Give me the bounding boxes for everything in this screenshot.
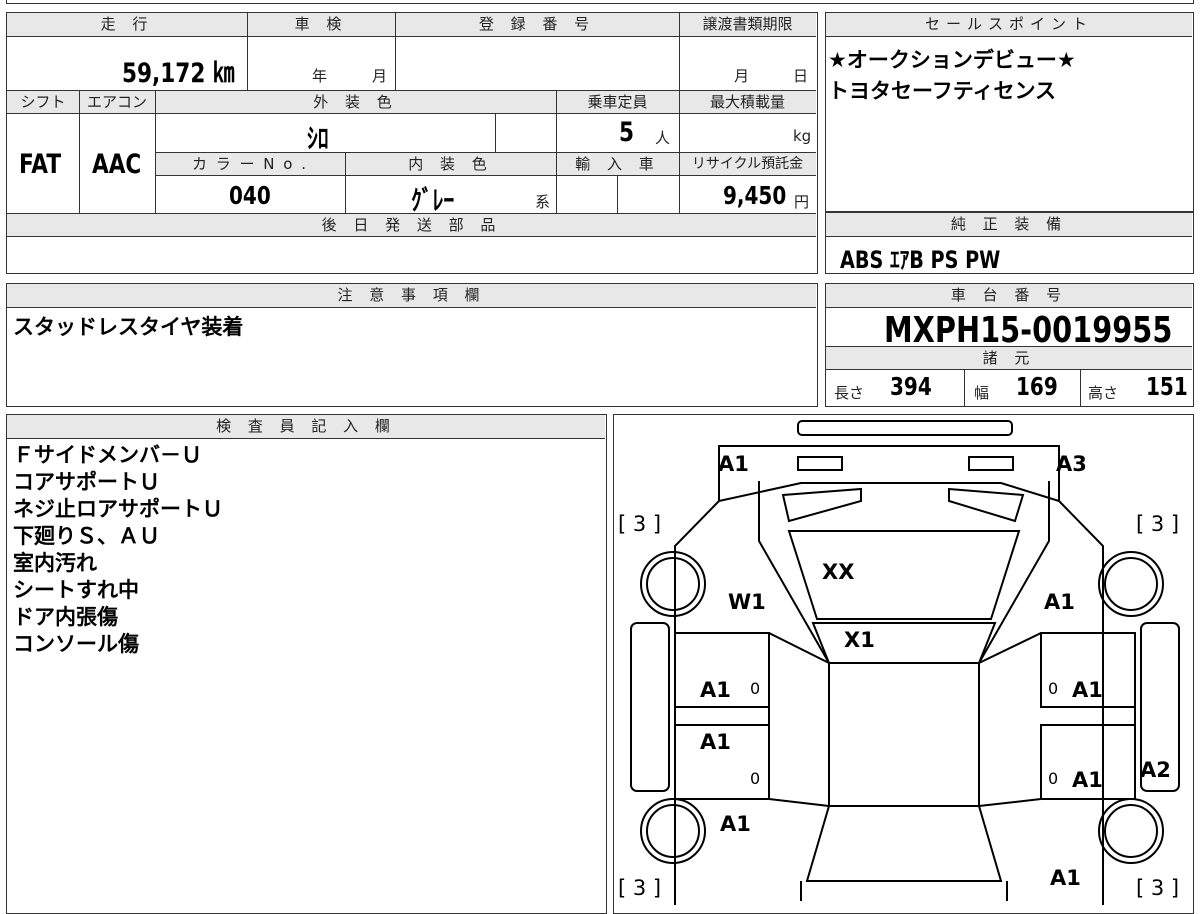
- equipment-value: ABS ｴｱB PS PW: [840, 246, 1001, 274]
- spec-header: 諸 元: [826, 346, 1192, 370]
- inspector-line: ドア内張傷: [13, 605, 118, 629]
- sales-point-header: セールスポイント: [826, 13, 1192, 37]
- height-label: 高さ: [1088, 384, 1119, 402]
- mark-door-rr: A1: [1072, 768, 1103, 792]
- sales-point-panel: セールスポイント ★オークションデビュー★ トヨタセーフティセンス: [825, 12, 1194, 212]
- sales-point-line: トヨタセーフティセンス: [828, 79, 1057, 103]
- interior-header: 内 装 色: [345, 152, 556, 176]
- grid-line: [79, 90, 80, 213]
- mark-front-right: A3: [1056, 452, 1087, 476]
- grid-line: [345, 152, 346, 213]
- sales-point-line: ★オークションデビュー★: [828, 48, 1076, 72]
- mark-tire-fr: [ 3 ]: [1136, 512, 1180, 536]
- recycle-unit: 円: [794, 193, 810, 211]
- interior-suffix: 系: [535, 193, 551, 211]
- height-value: 151: [1146, 372, 1188, 401]
- capacity-unit: 人: [655, 129, 671, 147]
- notes-header: 注 意 事 項 欄: [7, 284, 816, 308]
- car-outline: [630, 420, 1180, 905]
- mark-door-fr: A1: [1072, 678, 1103, 702]
- import-header: 輸 入 車: [556, 152, 679, 176]
- notes-value: スタッドレスタイヤ装着: [13, 315, 244, 339]
- mark-tire-fl: [ 3 ]: [618, 512, 662, 536]
- mark-front-left: A1: [718, 452, 749, 476]
- mark-zero-rr: 0: [1048, 769, 1059, 788]
- inspector-panel: 検 査 員 記 入 欄 Ｆサイドメンバ－Ｕ コアサポートＵ ネジ止ロアサポートＵ…: [6, 414, 607, 914]
- doc-deadline-header: 譲渡書類期限: [679, 13, 816, 37]
- exterior-value: ｼﾛ: [307, 124, 329, 155]
- max-load-unit: kg: [793, 127, 812, 145]
- mark-zero-fl: 0: [750, 679, 761, 698]
- inspector-line: Ｆサイドメンバ－Ｕ: [13, 443, 202, 467]
- mark-windshield: XX: [822, 560, 855, 584]
- mark-door-fl: A1: [700, 678, 731, 702]
- width-value: 169: [1016, 372, 1058, 401]
- grid-line: [247, 13, 248, 90]
- grid-line: [964, 370, 965, 406]
- mark-door-rl: A1: [700, 730, 731, 754]
- shift-value: FAT: [19, 149, 62, 180]
- mark-tire-rl: [ 3 ]: [618, 876, 662, 900]
- recycle-value: 9,450: [723, 181, 787, 210]
- inspector-line: ネジ止ロアサポートＵ: [13, 497, 223, 521]
- inspector-line: 下廻りＳ、ＡＵ: [13, 524, 160, 548]
- mark-rear-right: A1: [1050, 866, 1081, 890]
- grid-line: [679, 13, 680, 213]
- mark-quarter-left: A1: [720, 812, 751, 836]
- shaken-year-unit: 年: [312, 67, 328, 85]
- top-strip: [6, 0, 1194, 4]
- notes-panel: 注 意 事 項 欄 スタッドレスタイヤ装着: [6, 283, 818, 407]
- mileage-header: 走 行: [7, 13, 247, 37]
- aircon-value: AAC: [92, 149, 142, 180]
- reg-no-header: 登 録 番 号: [395, 13, 679, 37]
- doc-month-unit: 月: [734, 67, 750, 85]
- capacity-header: 乗車定員: [556, 90, 679, 114]
- mark-fender-left: W1: [728, 590, 766, 614]
- chassis-panel: 車 台 番 号 MXPH15-0019955 諸 元 長さ 394 幅 169 …: [825, 283, 1194, 407]
- chassis-header: 車 台 番 号: [826, 284, 1192, 308]
- inspector-line: コアサポートＵ: [13, 470, 160, 494]
- capacity-value: 5: [619, 117, 635, 148]
- shift-header: シフト: [7, 90, 79, 114]
- max-load-header: 最大積載量: [679, 90, 816, 114]
- shaken-month-unit: 月: [372, 67, 388, 85]
- mark-fender-right: A1: [1044, 590, 1075, 614]
- mark-zero-fr: 0: [1048, 679, 1059, 698]
- chassis-number: MXPH15-0019955: [884, 310, 1173, 351]
- length-value: 394: [890, 372, 932, 401]
- aircon-header: エアコン: [79, 90, 155, 114]
- vehicle-info-grid: 走 行 車 検 登 録 番 号 譲渡書類期限 59,172 ㎞ 年 月 月 日 …: [6, 12, 818, 274]
- inspector-header: 検 査 員 記 入 欄: [7, 415, 605, 439]
- recycle-header: リサイクル預託金: [679, 152, 816, 176]
- inspector-line: コンソール傷: [13, 632, 139, 656]
- color-no-value: 040: [229, 181, 271, 210]
- car-damage-diagram: A1 A3 [ 3 ] [ 3 ] XX X1 W1 A1 A1 0 A1 0 …: [613, 414, 1194, 914]
- width-label: 幅: [974, 384, 990, 402]
- length-label: 長さ: [834, 384, 865, 402]
- mark-roof-front: X1: [844, 628, 875, 652]
- grid-line: [1080, 370, 1081, 406]
- inspector-line: シートすれ中: [13, 578, 139, 602]
- exterior-header: 外 装 色: [155, 90, 556, 114]
- mark-tire-rr: [ 3 ]: [1136, 876, 1180, 900]
- equipment-panel: 純 正 装 備 ABS ｴｱB PS PW: [825, 212, 1194, 274]
- grid-line: [395, 13, 396, 90]
- grid-line: [495, 114, 496, 152]
- grid-line: [617, 176, 618, 213]
- equipment-header: 純 正 装 備: [826, 213, 1192, 237]
- doc-day-unit: 日: [793, 67, 809, 85]
- mark-zero-rl: 0: [750, 769, 761, 788]
- grid-line: [556, 90, 557, 213]
- later-parts-header: 後 日 発 送 部 品: [7, 213, 816, 237]
- inspector-line: 室内汚れ: [13, 551, 97, 575]
- shaken-header: 車 検: [247, 13, 395, 37]
- mileage-value: 59,172 ㎞: [122, 58, 235, 89]
- grid-line: [155, 90, 156, 213]
- color-no-header: カ ラ ー N o .: [155, 152, 345, 176]
- mark-quarter-right: A2: [1140, 758, 1171, 782]
